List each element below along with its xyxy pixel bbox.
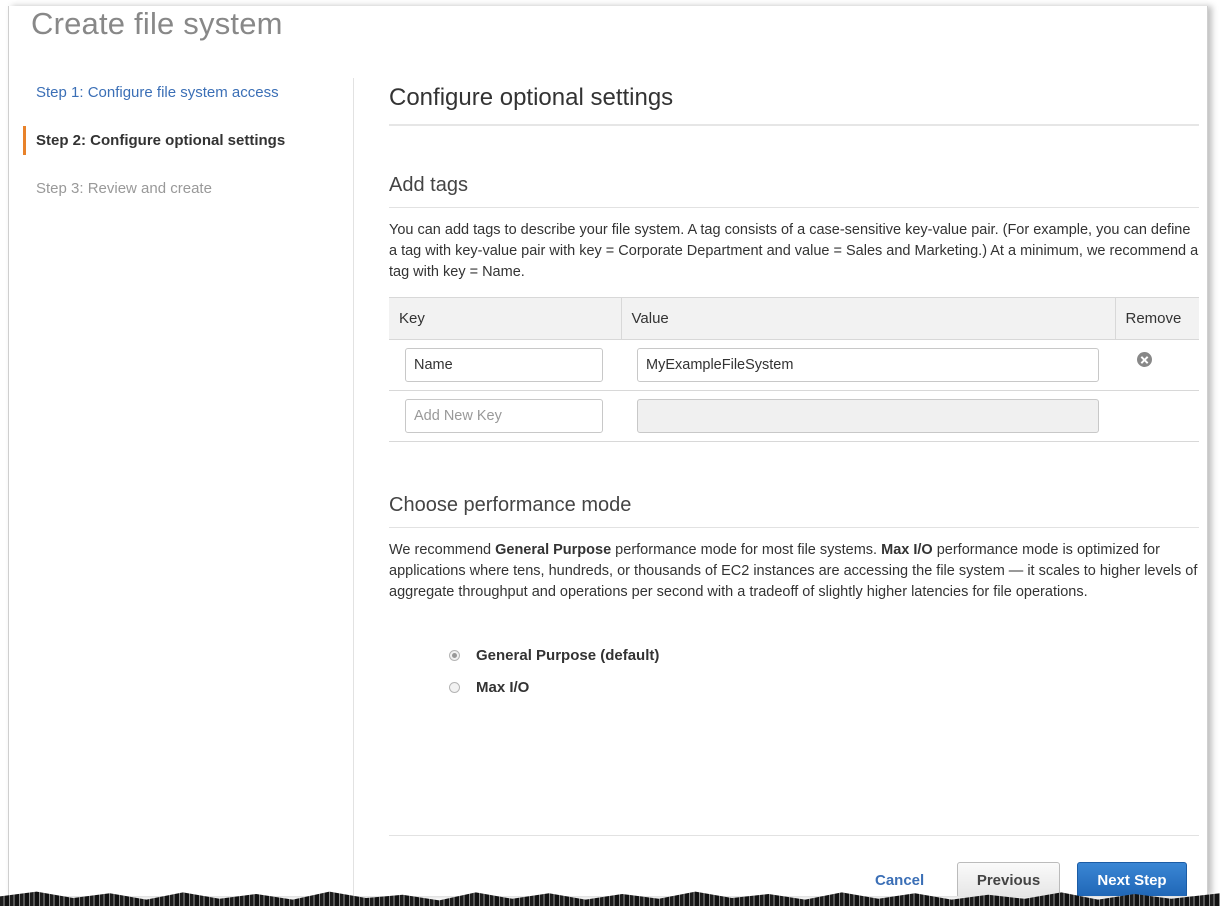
tag-value-input[interactable]: [637, 348, 1099, 382]
footer-divider: [389, 835, 1199, 836]
radio-max-io[interactable]: Max I/O: [449, 671, 1199, 703]
table-row: [389, 339, 1199, 391]
wizard-frame: Create file system Step 1: Configure fil…: [8, 6, 1208, 896]
table-row-new: [389, 390, 1199, 442]
performance-description: We recommend General Purpose performance…: [389, 540, 1199, 603]
section-title: Configure optional settings: [389, 78, 1199, 126]
wizard-steps: Step 1: Configure file system access Ste…: [23, 78, 353, 222]
next-step-button[interactable]: Next Step: [1077, 862, 1187, 896]
radio-label-general: General Purpose (default): [476, 646, 660, 664]
radio-unchecked-icon[interactable]: [449, 681, 460, 693]
new-value-input: [637, 399, 1099, 433]
column-header-key: Key: [389, 297, 621, 340]
tags-table: Key Value Remove: [389, 297, 1199, 442]
new-key-input[interactable]: [405, 399, 603, 433]
perf-desc-bold-maxio: Max I/O: [881, 542, 933, 558]
page-title: Create file system: [31, 6, 283, 41]
perf-desc-text-2: performance mode for most file systems.: [611, 542, 882, 558]
perf-desc-text-1: We recommend: [389, 542, 496, 558]
step-3-label: Step 3: Review and create: [36, 180, 212, 197]
performance-title: Choose performance mode: [389, 490, 1199, 528]
column-header-remove: Remove: [1114, 297, 1199, 340]
radio-label-maxio: Max I/O: [476, 678, 530, 696]
column-header-value: Value: [620, 297, 1115, 340]
radio-general-purpose[interactable]: General Purpose (default): [449, 639, 1199, 671]
add-tags-title: Add tags: [389, 170, 1199, 208]
cancel-button[interactable]: Cancel: [869, 862, 930, 896]
remove-tag-icon[interactable]: [1137, 352, 1152, 367]
previous-button[interactable]: Previous: [957, 862, 1060, 896]
step-1-link[interactable]: Step 1: Configure file system access: [23, 78, 353, 107]
radio-checked-icon[interactable]: [449, 649, 460, 661]
main-content: Configure optional settings Add tags You…: [389, 78, 1199, 703]
sidebar-divider: [353, 78, 354, 896]
step-2-current: Step 2: Configure optional settings: [23, 126, 353, 155]
perf-desc-bold-general: General Purpose: [495, 542, 612, 558]
add-tags-description: You can add tags to describe your file s…: [389, 222, 1199, 280]
tag-key-input[interactable]: [405, 348, 603, 382]
